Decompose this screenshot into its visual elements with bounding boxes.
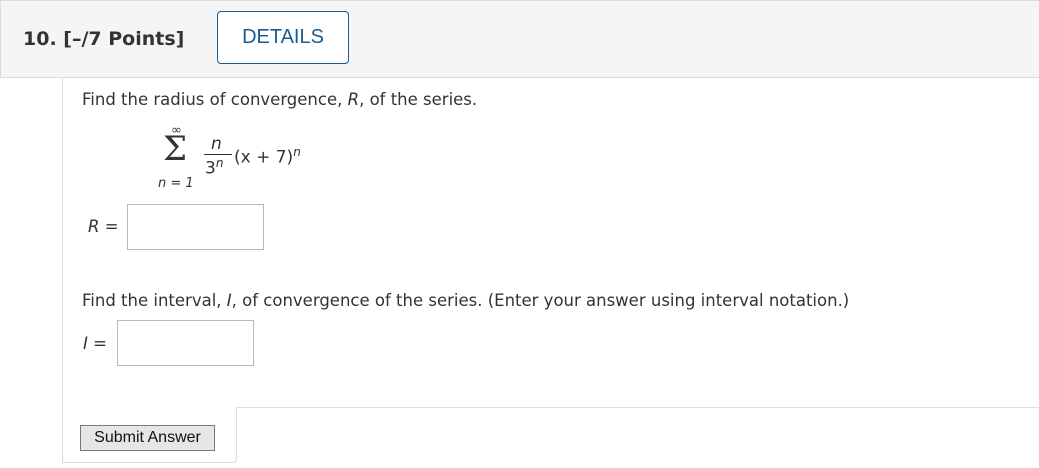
interval-input[interactable] xyxy=(117,320,254,366)
question-points: [–/7 Points] xyxy=(63,28,185,50)
question-header: 10. [–/7 Points] DETAILS xyxy=(0,0,1039,78)
fraction-bar xyxy=(204,154,232,155)
question-number: 10. xyxy=(23,28,57,50)
interval-prompt-text-end: , of convergence of the series. (Enter y… xyxy=(231,291,850,310)
question-title: 10. [–/7 Points] xyxy=(23,28,184,50)
denominator-base: 3 xyxy=(205,158,216,179)
fraction-denominator: 3n xyxy=(205,156,223,179)
interval-prompt-text: Find the interval, xyxy=(82,291,227,310)
series-term: (x + 7)n xyxy=(234,145,301,168)
fraction-numerator: n xyxy=(211,134,222,154)
details-button[interactable]: DETAILS xyxy=(217,11,349,64)
radius-prompt-text-end: , of the series. xyxy=(359,90,478,109)
radius-answer-label: R = xyxy=(88,217,119,236)
term-base: (x + 7) xyxy=(234,147,294,168)
denominator-exponent: n xyxy=(215,156,224,170)
sum-lower-limit-text: n = 1 xyxy=(158,176,194,191)
term-exponent: n xyxy=(293,145,301,159)
sum-lower-limit: n = 1 xyxy=(158,176,194,191)
submit-answer-button[interactable]: Submit Answer xyxy=(80,425,215,451)
radius-label-eq: = xyxy=(99,217,119,236)
interval-prompt: Find the interval, I, of convergence of … xyxy=(82,291,849,310)
radius-prompt-text: Find the radius of convergence, xyxy=(82,90,348,109)
radius-input[interactable] xyxy=(127,204,264,250)
radius-prompt: Find the radius of convergence, R, of th… xyxy=(82,90,477,109)
radius-label-var: R xyxy=(88,217,100,236)
interval-label-eq: = xyxy=(87,334,107,353)
radius-variable: R xyxy=(347,90,360,109)
divider xyxy=(236,407,1039,408)
interval-answer-label: I = xyxy=(83,334,107,353)
sigma-symbol: Σ xyxy=(163,129,188,169)
